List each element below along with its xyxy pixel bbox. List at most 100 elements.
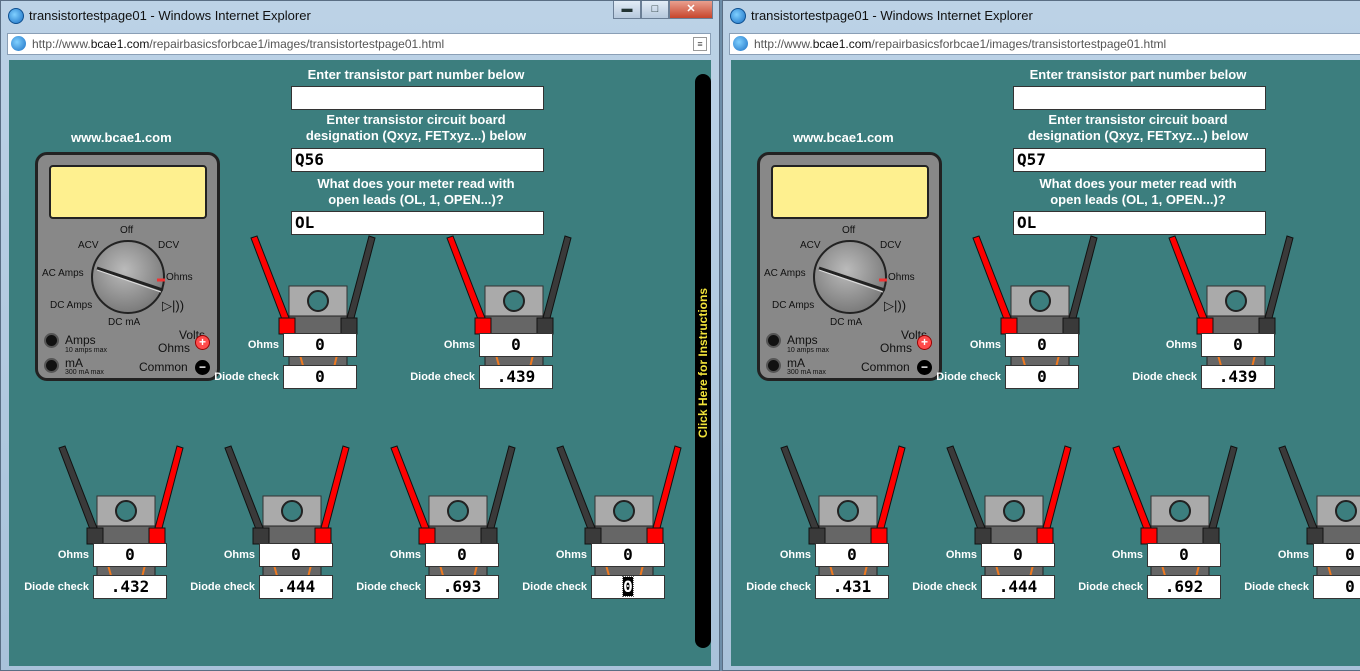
dial-label-ohms: Ohms <box>166 272 193 283</box>
url-text: http://www.bcae1.com/repairbasicsforbcae… <box>754 37 1167 51</box>
amps-jack[interactable] <box>766 333 781 348</box>
browser-window-left: transistortestpage01 - Windows Internet … <box>0 0 720 671</box>
diode-check-input-2[interactable]: .439 <box>1201 365 1275 389</box>
address-bar[interactable]: http://www.bcae1.com/repairbasicsforbcae… <box>729 33 1360 55</box>
instructions-link[interactable]: Click Here for Instructions <box>696 258 710 468</box>
ohms-label: Ohms <box>945 549 977 561</box>
ohms-label: Ohms <box>1111 549 1143 561</box>
window-title: transistortestpage01 - Windows Internet … <box>751 8 1033 23</box>
diode-check-label: Diode check <box>214 371 279 383</box>
ohms-label: Ohms <box>779 549 811 561</box>
window-title: transistortestpage01 - Windows Internet … <box>29 8 311 23</box>
dial-label-ac-amps: AC Amps <box>42 268 84 279</box>
meter-display <box>49 165 207 219</box>
dial-label-dc-amps: DC Amps <box>50 300 93 311</box>
ma-max-label: 300 mA max <box>65 369 104 376</box>
ohms-input-1[interactable]: 0 <box>283 333 357 357</box>
ma-max-label: 300 mA max <box>787 369 826 376</box>
ohms-input-1[interactable]: 0 <box>1005 333 1079 357</box>
diode-check-label: Diode check <box>356 581 421 593</box>
ohms-label: Ohms <box>443 339 475 351</box>
amps-label: Amps <box>65 333 96 347</box>
ohms-input-6[interactable]: 0 <box>591 543 665 567</box>
selector-dial[interactable] <box>813 240 887 314</box>
diode-check-label: Diode check <box>912 581 977 593</box>
ohms-label: Ohms <box>969 339 1001 351</box>
address-bar[interactable]: http://www.bcae1.com/repairbasicsforbcae… <box>7 33 711 55</box>
page-content: Enter transistor part number below Enter… <box>731 60 1360 666</box>
designation-label-1: Enter transistor circuit board <box>326 112 506 127</box>
title-bar[interactable]: transistortestpage01 - Windows Internet … <box>723 1 1360 31</box>
amps-label: Amps <box>787 333 818 347</box>
diode-symbol-icon: ▷|)) <box>162 298 185 313</box>
ie-page-icon <box>11 36 26 51</box>
diode-check-input-6[interactable]: 0 <box>591 575 665 599</box>
page-content: Enter transistor part number below Enter… <box>9 60 711 666</box>
ie-page-icon <box>733 36 748 51</box>
minimize-button[interactable]: ▬ <box>613 1 641 19</box>
diode-check-input-2[interactable]: .439 <box>479 365 553 389</box>
ie-icon <box>730 8 746 24</box>
compatibility-view-icon[interactable]: ≡ <box>693 37 707 51</box>
diode-check-label: Diode check <box>190 581 255 593</box>
amps-jack[interactable] <box>44 333 59 348</box>
ma-jack[interactable] <box>44 358 59 373</box>
dial-label-ac-amps: AC Amps <box>764 268 806 279</box>
ma-jack[interactable] <box>766 358 781 373</box>
diode-check-label: Diode check <box>410 371 475 383</box>
selector-dial[interactable] <box>91 240 165 314</box>
diode-check-label: Diode check <box>1244 581 1309 593</box>
diode-check-input-6[interactable]: 0 <box>1313 575 1360 599</box>
title-bar[interactable]: transistortestpage01 - Windows Internet … <box>1 1 719 31</box>
part-number-input[interactable] <box>291 86 544 110</box>
site-label: www.bcae1.com <box>793 130 894 145</box>
dial-label-dc-amps: DC Amps <box>772 300 815 311</box>
open-leads-label-2: open leads (OL, 1, OPEN...)? <box>328 192 504 207</box>
designation-label-2: designation (Qxyz, FETxyz...) below <box>305 128 527 143</box>
maximize-button[interactable]: □ <box>641 1 669 19</box>
ie-icon <box>8 8 24 24</box>
dial-label-dc-ma: DC mA <box>830 317 863 328</box>
part-number-label: Enter transistor part number below <box>1029 67 1247 82</box>
diode-check-label: Diode check <box>1132 371 1197 383</box>
site-label: www.bcae1.com <box>71 130 172 145</box>
url-text: http://www.bcae1.com/repairbasicsforbcae… <box>32 37 445 51</box>
amps-max-label: 10 amps max <box>787 347 830 354</box>
dial-label-dc-ma: DC mA <box>108 317 141 328</box>
open-leads-label-2: open leads (OL, 1, OPEN...)? <box>1050 192 1226 207</box>
ohms-input-2[interactable]: 0 <box>1201 333 1275 357</box>
amps-max-label: 10 amps max <box>65 347 108 354</box>
diode-check-label: Diode check <box>522 581 587 593</box>
meter-display <box>771 165 929 219</box>
diode-check-input-1[interactable]: 0 <box>283 365 357 389</box>
designation-label-1: Enter transistor circuit board <box>1048 112 1228 127</box>
diode-check-label: Diode check <box>746 581 811 593</box>
ohms-label: Ohms <box>247 339 279 351</box>
dial-label-off: Off <box>842 225 856 236</box>
dial-label-ohms: Ohms <box>888 272 915 283</box>
diode-check-input-1[interactable]: 0 <box>1005 365 1079 389</box>
dial-label-off: Off <box>120 225 134 236</box>
ohms-label: Ohms <box>1277 549 1309 561</box>
diode-check-label: Diode check <box>24 581 89 593</box>
close-button[interactable]: ✕ <box>669 1 713 19</box>
ohms-label: Ohms <box>57 549 89 561</box>
diode-symbol-icon: ▷|)) <box>884 298 907 313</box>
ohms-label: Ohms <box>389 549 421 561</box>
ohms-label: Ohms <box>223 549 255 561</box>
ma-label: mA <box>65 356 83 370</box>
part-number-input[interactable] <box>1013 86 1266 110</box>
open-leads-label-1: What does your meter read with <box>317 176 515 191</box>
open-leads-label-1: What does your meter read with <box>1039 176 1237 191</box>
ohms-label: Ohms <box>555 549 587 561</box>
ohms-input-6[interactable]: 0 <box>1313 543 1360 567</box>
browser-window-right: transistortestpage01 - Windows Internet … <box>722 0 1360 671</box>
ma-label: mA <box>787 356 805 370</box>
part-number-label: Enter transistor part number below <box>307 67 525 82</box>
diode-check-label: Diode check <box>936 371 1001 383</box>
ohms-label: Ohms <box>1165 339 1197 351</box>
designation-label-2: designation (Qxyz, FETxyz...) below <box>1027 128 1249 143</box>
designation-input[interactable]: Q57 <box>1013 148 1266 172</box>
ohms-input-2[interactable]: 0 <box>479 333 553 357</box>
designation-input[interactable]: Q56 <box>291 148 544 172</box>
